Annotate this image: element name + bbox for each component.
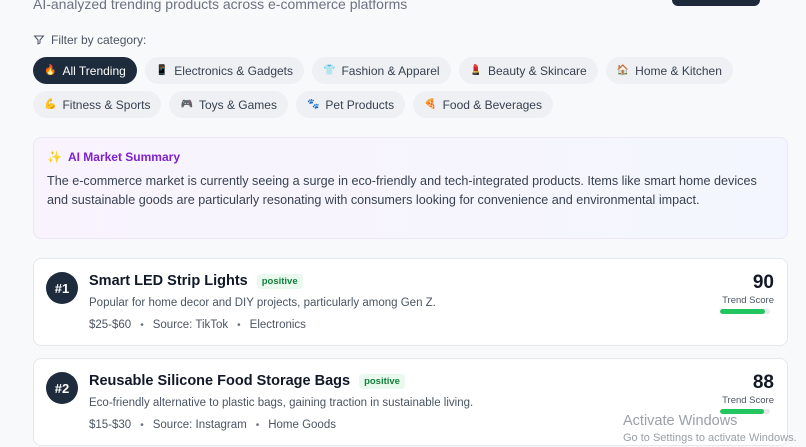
house-icon: 🏠 [616,65,630,76]
trend-score-label: Trend Score [722,395,774,406]
chip-label: Electronics & Gadgets [174,63,294,78]
summary-header: ✨ AI Market Summary [47,150,774,164]
category-chip-home[interactable]: 🏠 Home & Kitchen [605,57,733,84]
trend-score: 90 Trend Score [714,272,774,314]
sparkles-icon: ✨ [47,150,62,164]
trend-score-value: 88 [752,372,774,393]
activate-windows-subtitle: Go to Settings to activate Windows. [623,432,797,444]
separator-dot: • [140,319,144,331]
product-card[interactable]: #1 Smart LED Strip Lights positive Popul… [33,258,788,346]
shirt-icon: 👕 [323,65,336,76]
muscle-icon: 💪 [44,99,57,110]
pizza-icon: 🍕 [424,99,437,110]
product-source: Source: Instagram [152,419,247,431]
chip-label: Food & Beverages [442,97,542,112]
filter-icon [33,35,45,45]
category-chip-all-trending[interactable]: 🔥 All Trending [33,57,137,84]
filter-label-text: Filter by category: [51,33,147,47]
category-chip-electronics[interactable]: 📱 Electronics & Gadgets [144,57,305,84]
chip-label: All Trending [62,63,126,78]
lipstick-icon: 💄 [469,65,482,76]
rank-badge: #1 [46,272,78,304]
product-meta: $25-$60 • Source: TikTok • Electronics [89,319,306,331]
chip-label: Home & Kitchen [635,63,722,78]
product-price: $15-$30 [89,419,132,431]
category-chip-pets[interactable]: 🐾 Pet Products [295,91,406,118]
product-title: Smart LED Strip Lights [89,273,248,289]
phone-icon: 📱 [155,65,169,76]
trend-score-value: 90 [752,272,774,293]
activate-windows-title: Activate Windows [623,413,738,429]
chip-label: Fashion & Apparel [341,63,440,78]
chip-label: Pet Products [325,97,395,112]
trend-score-bar [720,309,770,314]
product-source: Source: TikTok [152,319,229,331]
category-chip-fashion[interactable]: 👕 Fashion & Apparel [312,57,451,84]
rank-badge: #2 [46,372,78,404]
product-description: Popular for home decor and DIY projects,… [89,297,436,309]
filter-label: Filter by category: [33,33,146,47]
trend-score-label: Trend Score [722,295,774,306]
trend-score-bar-fill [720,309,765,314]
category-chip-toys[interactable]: 🎮 Toys & Games [169,91,288,118]
chip-label: Fitness & Sports [62,97,151,112]
header-action-button[interactable] [672,0,760,6]
separator-dot: • [140,419,144,431]
summary-text: The e-commerce market is currently seein… [47,174,757,207]
category-filter: 🔥 All Trending 📱 Electronics & Gadgets 👕… [33,57,733,125]
product-description: Eco-friendly alternative to plastic bags… [89,397,474,409]
trend-score: 88 Trend Score [714,372,774,414]
ai-market-summary: ✨ AI Market Summary The e-commerce marke… [33,137,788,239]
product-category: Home Goods [268,419,336,431]
gamepad-icon: 🎮 [180,99,193,110]
summary-title: AI Market Summary [67,150,180,164]
category-chip-food[interactable]: 🍕 Food & Beverages [413,91,553,118]
page-subtitle: AI-analyzed trending products across e-c… [33,0,408,12]
separator-dot: • [237,319,241,331]
sentiment-badge: positive [256,273,303,289]
product-meta: $15-$30 • Source: Instagram • Home Goods [89,419,336,431]
separator-dot: • [255,419,260,431]
category-chip-fitness[interactable]: 💪 Fitness & Sports [33,91,162,118]
chip-label: Beauty & Skincare [487,63,587,78]
category-chip-beauty[interactable]: 💄 Beauty & Skincare [458,57,598,84]
fire-icon: 🔥 [44,65,57,76]
product-price: $25-$60 [89,319,132,331]
paw-icon: 🐾 [306,99,320,110]
product-category: Electronics [249,319,306,331]
sentiment-badge: positive [359,373,405,389]
chip-label: Toys & Games [198,97,277,112]
product-title: Reusable Silicone Food Storage Bags [89,373,351,389]
